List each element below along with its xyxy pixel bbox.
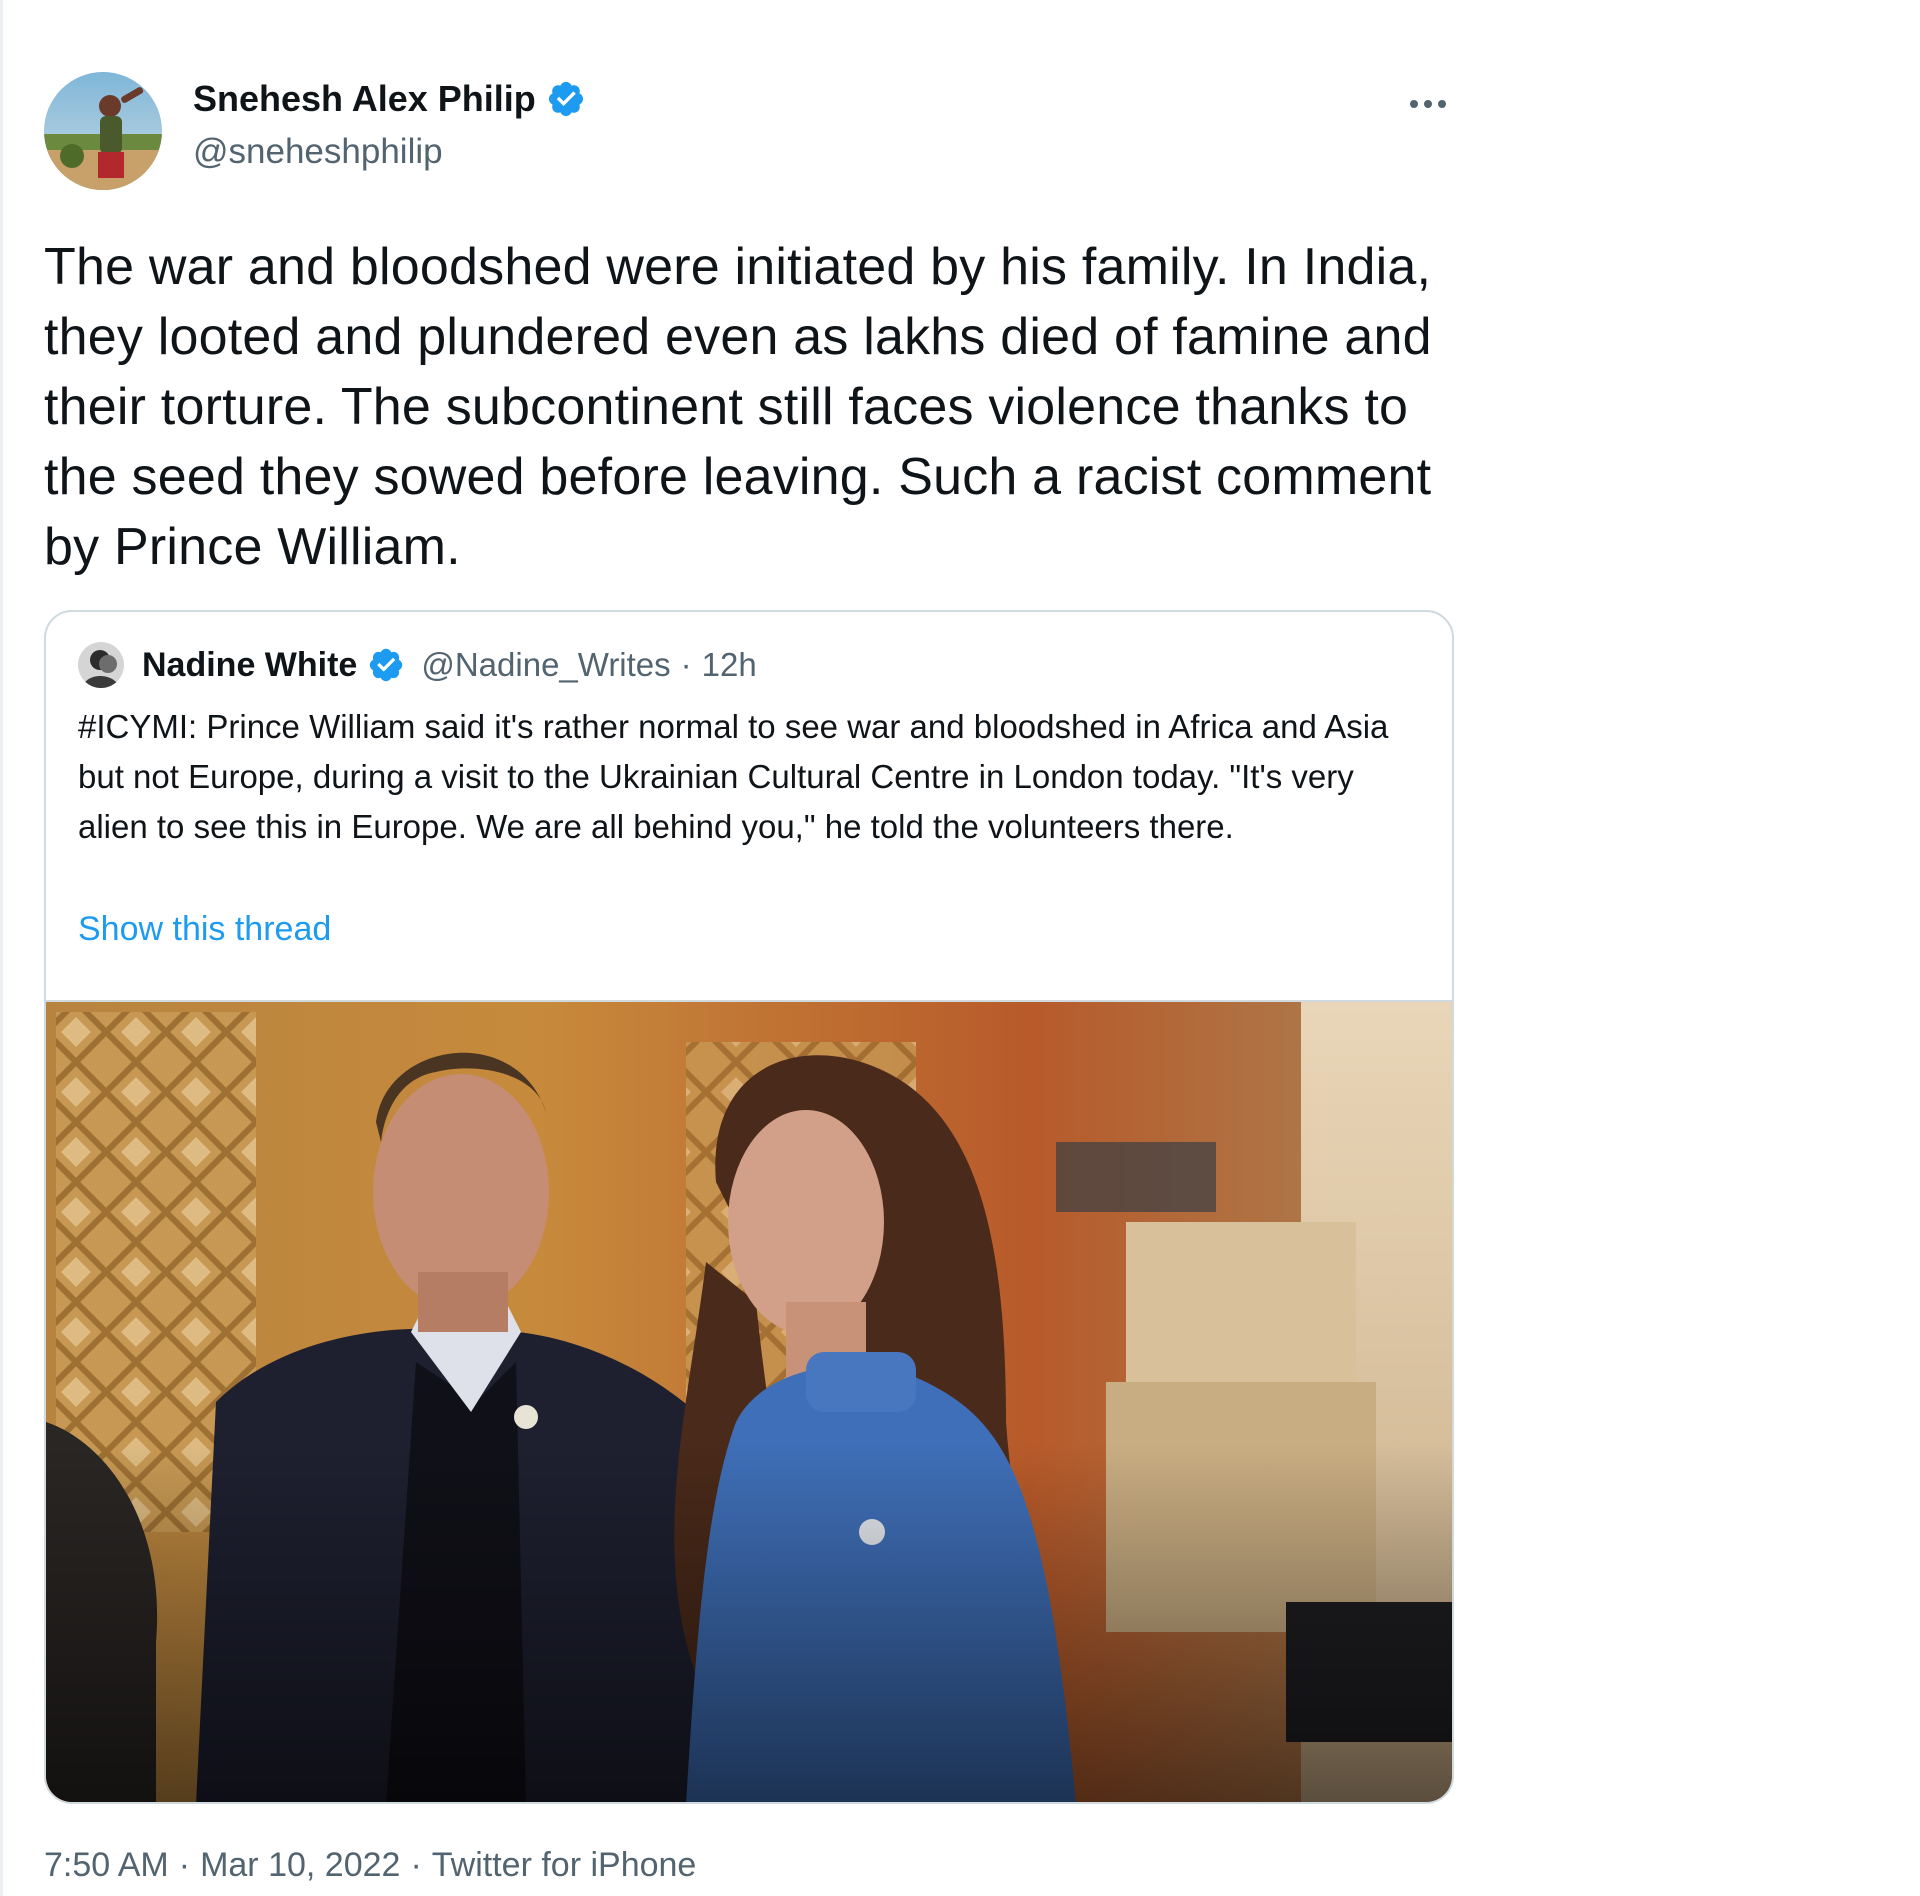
author-name-row: Snehesh Alex Philip <box>193 78 586 120</box>
tweet-metadata: 7:50 AM · Mar 10, 2022 · Twitter for iPh… <box>44 1846 696 1885</box>
separator-dot: · <box>410 1846 422 1884</box>
tweet-source[interactable]: Twitter for iPhone <box>432 1846 697 1885</box>
quoted-tweet-text: #ICYMI: Prince William said it's rather … <box>78 708 1389 845</box>
quoted-tweet-header: Nadine White @Nadine_Writes · 12h <box>78 642 757 688</box>
tweet-text: The war and bloodshed were initiated by … <box>44 238 1432 576</box>
quoted-author-avatar[interactable] <box>78 642 124 688</box>
show-thread-link[interactable]: Show this thread <box>78 910 331 949</box>
quoted-tweet-photo[interactable] <box>46 1000 1452 1802</box>
column-divider <box>0 0 3 1896</box>
tweet-page: Snehesh Alex Philip @sneheshphilip The w… <box>0 0 1920 1896</box>
tweet-time[interactable]: 7:50 AM <box>44 1846 169 1885</box>
quoted-tweet-age[interactable]: 12h <box>702 646 757 684</box>
separator-dot: · <box>178 1846 191 1884</box>
author-display-name[interactable]: Snehesh Alex Philip <box>193 78 536 120</box>
more-options-button[interactable] <box>1404 84 1452 124</box>
author-info: Snehesh Alex Philip @sneheshphilip <box>193 78 586 172</box>
quoted-author-display-name[interactable]: Nadine White <box>142 646 357 685</box>
quoted-tweet-card[interactable]: Nadine White @Nadine_Writes · 12h #ICYMI… <box>44 610 1454 1804</box>
separator-dot: · <box>680 646 692 683</box>
tweet-date[interactable]: Mar 10, 2022 <box>200 1846 400 1885</box>
more-horizontal-icon <box>1410 100 1446 108</box>
author-avatar[interactable] <box>44 72 162 190</box>
author-handle[interactable]: @sneheshphilip <box>193 132 586 172</box>
verified-badge-icon <box>367 646 405 684</box>
quoted-author-handle[interactable]: @Nadine_Writes <box>421 646 670 684</box>
verified-badge-icon <box>546 79 586 119</box>
